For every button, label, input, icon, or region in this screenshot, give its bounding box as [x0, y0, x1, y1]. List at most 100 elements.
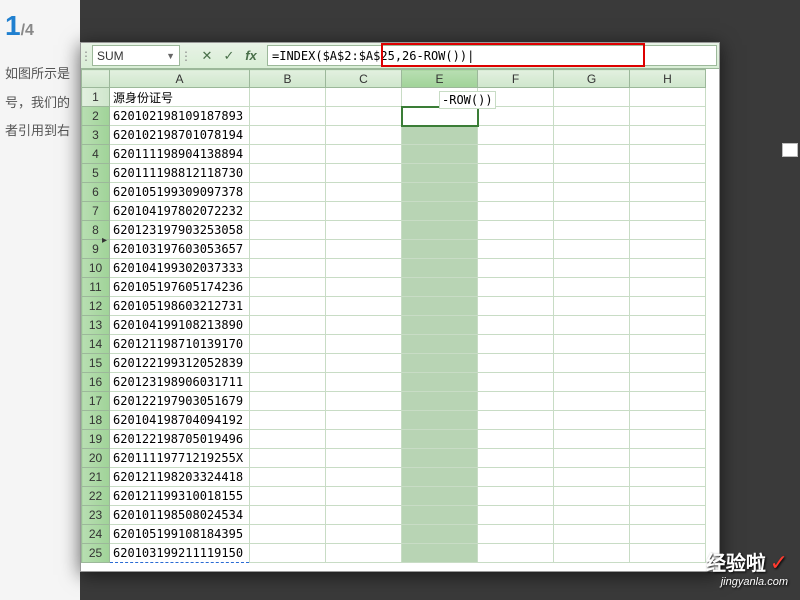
row-header[interactable]: 18 [82, 411, 110, 430]
cell[interactable]: 620122197903051679 [110, 392, 250, 411]
cell[interactable] [630, 126, 706, 145]
cell[interactable] [326, 354, 402, 373]
cell[interactable] [402, 506, 478, 525]
cell[interactable] [554, 335, 630, 354]
cell[interactable] [630, 297, 706, 316]
cell[interactable] [250, 506, 326, 525]
cell[interactable] [478, 202, 554, 221]
cell[interactable] [250, 411, 326, 430]
row-header[interactable]: 25 [82, 544, 110, 563]
cell[interactable] [630, 525, 706, 544]
row-header[interactable]: 23 [82, 506, 110, 525]
cell[interactable] [554, 88, 630, 107]
row-header[interactable]: 2 [82, 107, 110, 126]
column-header-B[interactable]: B [250, 70, 326, 88]
cell[interactable]: 620102198701078194 [110, 126, 250, 145]
cell[interactable] [478, 449, 554, 468]
cell[interactable] [478, 145, 554, 164]
row-header[interactable]: 5 [82, 164, 110, 183]
cell[interactable] [478, 506, 554, 525]
cell[interactable] [402, 335, 478, 354]
cell[interactable] [554, 544, 630, 563]
cell[interactable] [630, 278, 706, 297]
cell[interactable] [554, 259, 630, 278]
row-header[interactable]: 15 [82, 354, 110, 373]
cell[interactable] [554, 525, 630, 544]
cell[interactable] [630, 259, 706, 278]
cell[interactable] [478, 240, 554, 259]
cancel-formula-button[interactable]: ✕ [197, 46, 217, 66]
cell[interactable] [250, 392, 326, 411]
cell[interactable] [630, 392, 706, 411]
cell[interactable]: 620104199108213890 [110, 316, 250, 335]
cell[interactable] [402, 259, 478, 278]
cell[interactable]: 620123197903253058 [110, 221, 250, 240]
cell[interactable] [326, 240, 402, 259]
cell[interactable] [554, 278, 630, 297]
cell[interactable] [554, 468, 630, 487]
cell[interactable] [250, 297, 326, 316]
cell[interactable]: 620101198508024534 [110, 506, 250, 525]
cell[interactable] [554, 202, 630, 221]
cell[interactable] [478, 487, 554, 506]
cell[interactable] [402, 278, 478, 297]
cell[interactable] [326, 335, 402, 354]
cell[interactable]: 620104197802072232 [110, 202, 250, 221]
cell[interactable] [630, 164, 706, 183]
cell[interactable] [326, 506, 402, 525]
cell[interactable] [402, 202, 478, 221]
cell[interactable] [478, 297, 554, 316]
formula-input[interactable]: =INDEX($A$2:$A$25,26-ROW())| [267, 45, 717, 66]
cell[interactable] [326, 259, 402, 278]
cell[interactable] [630, 221, 706, 240]
cell[interactable]: 620105198603212731 [110, 297, 250, 316]
cell[interactable] [478, 392, 554, 411]
cell[interactable] [630, 183, 706, 202]
cell[interactable] [478, 411, 554, 430]
cell[interactable] [554, 506, 630, 525]
cell[interactable] [630, 202, 706, 221]
row-header[interactable]: 16 [82, 373, 110, 392]
cell[interactable] [554, 373, 630, 392]
cell[interactable] [250, 430, 326, 449]
cell[interactable] [402, 468, 478, 487]
cell[interactable]: 620121199310018155 [110, 487, 250, 506]
cell[interactable]: 620102198109187893 [110, 107, 250, 126]
cell[interactable] [326, 183, 402, 202]
cell[interactable] [402, 316, 478, 335]
cell[interactable] [326, 544, 402, 563]
spreadsheet-grid[interactable]: ABCEFGH 1源身份证号26201021981091878933620102… [81, 69, 719, 571]
cell[interactable] [250, 544, 326, 563]
row-header[interactable]: 11 [82, 278, 110, 297]
cell[interactable] [402, 487, 478, 506]
cell[interactable] [554, 164, 630, 183]
cell[interactable] [630, 354, 706, 373]
cell[interactable] [402, 183, 478, 202]
cell[interactable] [326, 430, 402, 449]
cell[interactable] [402, 107, 478, 126]
cell[interactable] [630, 544, 706, 563]
cell[interactable] [630, 449, 706, 468]
cell[interactable]: 620122198705019496 [110, 430, 250, 449]
cell[interactable] [478, 525, 554, 544]
cell[interactable] [326, 202, 402, 221]
cell[interactable] [402, 411, 478, 430]
cell[interactable] [250, 183, 326, 202]
cell[interactable] [554, 487, 630, 506]
cell[interactable] [478, 373, 554, 392]
cell[interactable]: 620111198904138894 [110, 145, 250, 164]
cell[interactable] [554, 183, 630, 202]
column-header-H[interactable]: H [630, 70, 706, 88]
cell[interactable] [326, 164, 402, 183]
cell[interactable] [630, 487, 706, 506]
column-header-G[interactable]: G [554, 70, 630, 88]
cell[interactable] [326, 373, 402, 392]
cell[interactable] [402, 88, 478, 107]
cell[interactable] [478, 278, 554, 297]
cell[interactable] [402, 164, 478, 183]
cell[interactable] [326, 411, 402, 430]
cell[interactable] [554, 145, 630, 164]
cell[interactable] [630, 335, 706, 354]
cell[interactable] [402, 221, 478, 240]
row-header[interactable]: 19 [82, 430, 110, 449]
